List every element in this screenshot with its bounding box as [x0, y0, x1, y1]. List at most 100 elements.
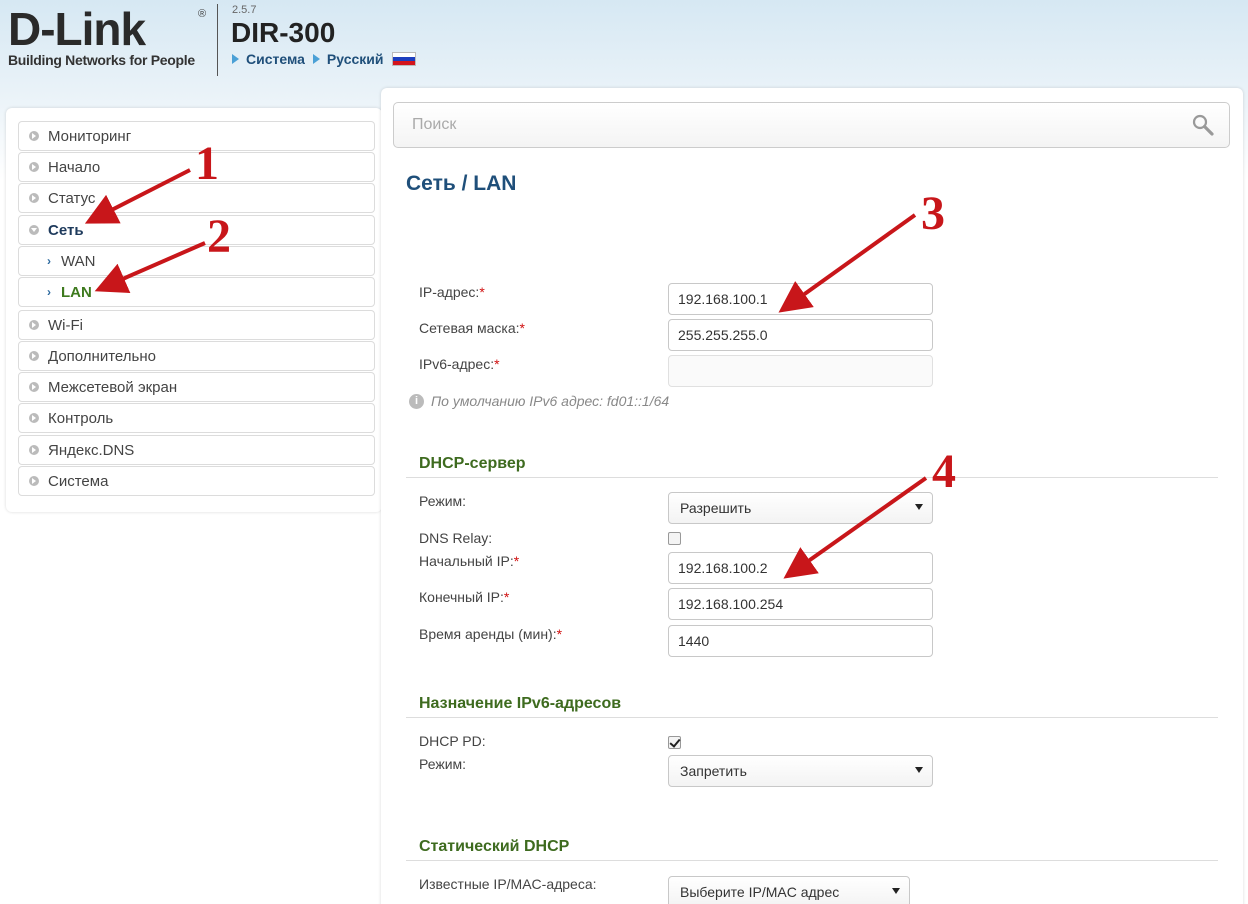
logo-slogan: Building Networks for People	[8, 52, 195, 68]
circle-arrow-icon	[29, 193, 39, 203]
sidebar-item-label: Начало	[48, 158, 101, 176]
header: D-Link ® Building Networks for People 2.…	[0, 0, 1248, 100]
circle-arrow-icon	[29, 320, 39, 330]
dhcp-mode-label: Режим:	[419, 493, 467, 509]
circle-arrow-icon	[29, 162, 39, 172]
ipv6-address-label: IPv6-адрес:*	[419, 356, 500, 372]
circle-arrow-icon	[29, 131, 39, 141]
russian-flag-icon[interactable]	[391, 52, 416, 66]
sidebar-item-wifi[interactable]: Wi-Fi	[18, 310, 375, 340]
sidebar-menu: Мониторинг Начало Статус Сеть › WAN › LA…	[6, 108, 382, 512]
info-icon: i	[409, 393, 424, 409]
search-input[interactable]	[394, 103, 1184, 147]
main-panel: Сеть / LAN IP-адрес:* Сетевая маска:* IP…	[381, 88, 1243, 904]
label-text: IP-адрес:	[419, 284, 480, 300]
dhcp-server-section-title: DHCP-сервер	[406, 455, 1218, 478]
sidebar-item-label: Статус	[48, 189, 96, 207]
language-link[interactable]: Русский	[327, 51, 384, 67]
start-ip-label: Начальный IP:*	[419, 553, 519, 569]
sidebar-item-label: LAN	[61, 283, 92, 301]
required-mark: *	[479, 284, 485, 300]
ipv6-address-input[interactable]	[668, 355, 933, 387]
search-icon[interactable]	[1191, 113, 1215, 137]
annotation-number-1: 1	[195, 137, 219, 190]
sidebar-item-advanced[interactable]: Дополнительно	[18, 341, 375, 371]
sidebar-item-yandex-dns[interactable]: Яндекс.DNS	[18, 435, 375, 465]
required-mark: *	[519, 320, 525, 336]
sidebar-item-label: Контроль	[48, 409, 114, 427]
chevron-right-icon: ›	[47, 285, 51, 299]
sidebar-item-wan[interactable]: › WAN	[18, 246, 375, 276]
header-links: Система Русский	[232, 51, 416, 67]
sidebar-item-label: WAN	[61, 252, 96, 270]
annotation-number-4: 4	[932, 445, 956, 498]
end-ip-label: Конечный IP:*	[419, 589, 509, 605]
ip-address-input[interactable]	[668, 283, 933, 315]
sidebar-item-label: Дополнительно	[48, 347, 156, 365]
system-link[interactable]: Система	[246, 51, 305, 67]
logo-text: D-Link	[8, 3, 146, 55]
dropdown-arrow-icon	[915, 767, 923, 773]
dropdown-arrow-icon	[915, 504, 923, 510]
label-text: Конечный IP:	[419, 589, 504, 605]
circle-arrow-icon	[29, 351, 39, 361]
required-mark: *	[556, 626, 563, 642]
subnet-mask-label: Сетевая маска:*	[419, 320, 525, 336]
sidebar-item-label: Мониторинг	[48, 127, 132, 145]
ip-address-label: IP-адрес:*	[419, 284, 485, 300]
label-text: IPv6-адрес:	[419, 356, 495, 372]
circle-arrow-icon	[29, 382, 39, 392]
required-mark: *	[513, 553, 520, 569]
ipv6-assign-section-title: Назначение IPv6-адресов	[406, 695, 1218, 718]
dhcp-mode-select[interactable]: Разрешить	[668, 492, 933, 524]
ipv6-mode-label: Режим:	[419, 756, 467, 772]
ipv6-hint-text: По умолчанию IPv6 адрес: fd01::1/64	[431, 393, 670, 409]
ipv6-mode-select[interactable]: Запретить	[668, 755, 933, 787]
end-ip-input[interactable]	[668, 588, 933, 620]
dns-relay-label: DNS Relay:	[419, 530, 493, 546]
required-mark: *	[494, 356, 500, 372]
sidebar-item-network[interactable]: Сеть	[18, 215, 375, 245]
circle-arrow-down-icon	[29, 225, 39, 235]
ipv6-hint: i По умолчанию IPv6 адрес: fd01::1/64	[409, 393, 669, 409]
model-name: DIR-300	[231, 17, 336, 48]
sidebar-item-label: Wi-Fi	[48, 316, 83, 334]
sidebar-item-label: Система	[48, 472, 109, 490]
circle-arrow-icon	[29, 445, 39, 455]
known-addresses-select[interactable]: Выберите IP/MAC адрес	[668, 876, 910, 904]
subnet-mask-input[interactable]	[668, 319, 933, 351]
required-mark: *	[503, 589, 510, 605]
search-box	[393, 102, 1230, 148]
annotation-number-3: 3	[921, 187, 945, 240]
annotation-number-2: 2	[207, 210, 231, 263]
sidebar-item-label: Яндекс.DNS	[48, 441, 135, 459]
sidebar-item-lan[interactable]: › LAN	[18, 277, 375, 307]
dlink-logo[interactable]: D-Link ® Building Networks for People	[8, 3, 206, 68]
chevron-right-icon: ›	[47, 254, 51, 268]
triangle-icon	[312, 54, 320, 64]
label-text: Сетевая маска:	[419, 320, 520, 336]
dhcp-pd-label: DHCP PD:	[419, 733, 486, 749]
sidebar-item-label: Межсетевой экран	[48, 378, 178, 396]
select-value: Разрешить	[680, 500, 752, 516]
dns-relay-checkbox[interactable]	[668, 532, 681, 545]
sidebar-item-system[interactable]: Система	[18, 466, 375, 496]
dhcp-pd-checkbox[interactable]	[668, 736, 681, 749]
circle-arrow-icon	[29, 476, 39, 486]
select-value: Выберите IP/MAC адрес	[680, 884, 840, 900]
page-title: Сеть / LAN	[406, 172, 517, 195]
registered-mark: ®	[198, 8, 207, 20]
start-ip-input[interactable]	[668, 552, 933, 584]
label-text: Начальный IP:	[419, 553, 514, 569]
static-dhcp-section-title: Статический DHCP	[406, 838, 1218, 861]
lease-time-input[interactable]	[668, 625, 933, 657]
header-divider	[217, 4, 218, 76]
firmware-version: 2.5.7	[232, 4, 257, 16]
lease-time-label: Время аренды (мин):*	[419, 626, 562, 642]
triangle-icon	[232, 54, 239, 64]
sidebar-item-label: Сеть	[48, 221, 84, 239]
sidebar-item-control[interactable]: Контроль	[18, 403, 375, 433]
known-addresses-label: Известные IP/MAC-адреса:	[419, 876, 597, 892]
sidebar-item-firewall[interactable]: Межсетевой экран	[18, 372, 375, 402]
dropdown-arrow-icon	[892, 888, 900, 894]
